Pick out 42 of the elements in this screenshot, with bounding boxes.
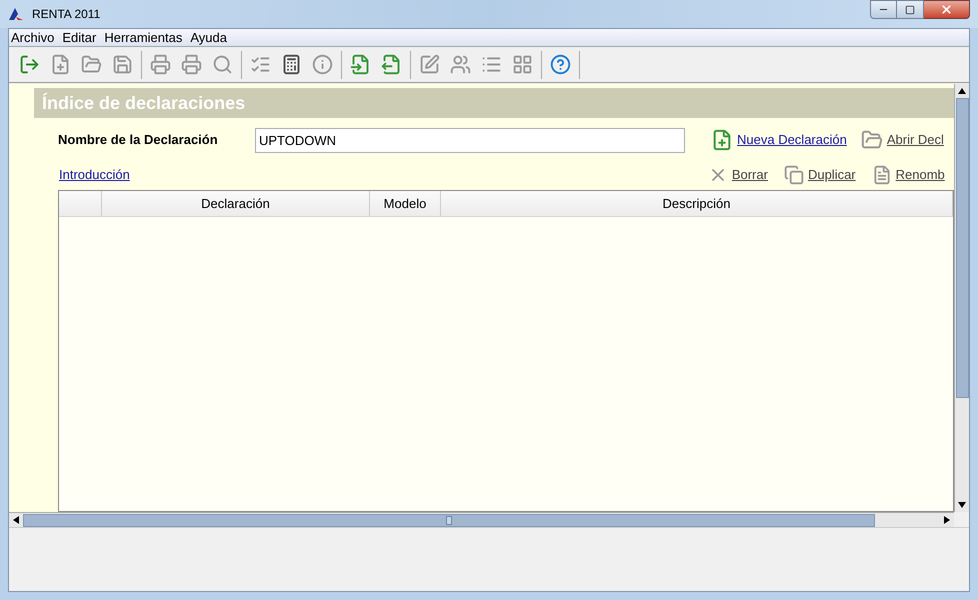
menu-item[interactable]: Archivo bbox=[11, 28, 54, 48]
window-title: RENTA 2011 bbox=[32, 6, 100, 23]
close-icon bbox=[940, 3, 953, 16]
help-icon bbox=[550, 54, 571, 75]
people-icon bbox=[450, 54, 471, 75]
pencil-icon bbox=[419, 54, 440, 75]
column-header[interactable]: Declaración bbox=[102, 191, 370, 216]
calculator-icon bbox=[281, 54, 302, 75]
maximize-icon bbox=[905, 4, 915, 14]
horizontal-scrollbar[interactable] bbox=[9, 512, 954, 527]
printer-icon bbox=[150, 54, 171, 75]
menu-item[interactable]: Editar bbox=[62, 28, 96, 48]
folder-icon bbox=[860, 129, 883, 151]
grid-icon bbox=[512, 54, 533, 75]
document-icon bbox=[872, 165, 892, 185]
save-icon bbox=[112, 54, 133, 75]
close-button[interactable] bbox=[924, 0, 970, 19]
vertical-scrollbar[interactable] bbox=[954, 84, 969, 512]
column-header[interactable]: Modelo bbox=[370, 191, 441, 216]
scroll-thumb[interactable] bbox=[23, 514, 875, 526]
menu-item[interactable]: Herramientas bbox=[104, 28, 182, 48]
section-title: Índice de declaraciones bbox=[42, 92, 246, 114]
file-arrow-icon bbox=[381, 54, 402, 75]
file-plus-icon bbox=[50, 54, 71, 75]
file-arrow-icon bbox=[350, 54, 371, 75]
copy-icon bbox=[784, 165, 804, 185]
column-header[interactable]: Descripción bbox=[441, 191, 953, 216]
magnifier-icon bbox=[212, 54, 233, 75]
maximize-button[interactable] bbox=[897, 0, 924, 19]
intro-link[interactable]: Introducción bbox=[59, 165, 130, 185]
name-field[interactable]: UPTODOWN bbox=[255, 128, 685, 152]
action-link[interactable]: Nueva Declaración bbox=[711, 129, 847, 151]
folder-icon bbox=[81, 54, 102, 75]
field-label: Nombre de la Declaración bbox=[58, 131, 219, 150]
minimize-button[interactable] bbox=[870, 0, 897, 19]
menu-item[interactable]: Ayuda bbox=[190, 28, 227, 48]
scroll-thumb[interactable] bbox=[956, 98, 968, 398]
logo-icon bbox=[8, 7, 24, 21]
printer-icon bbox=[181, 54, 202, 75]
toolbar-button[interactable] bbox=[548, 52, 573, 77]
file-plus-icon bbox=[711, 129, 733, 151]
info-icon bbox=[312, 54, 333, 75]
